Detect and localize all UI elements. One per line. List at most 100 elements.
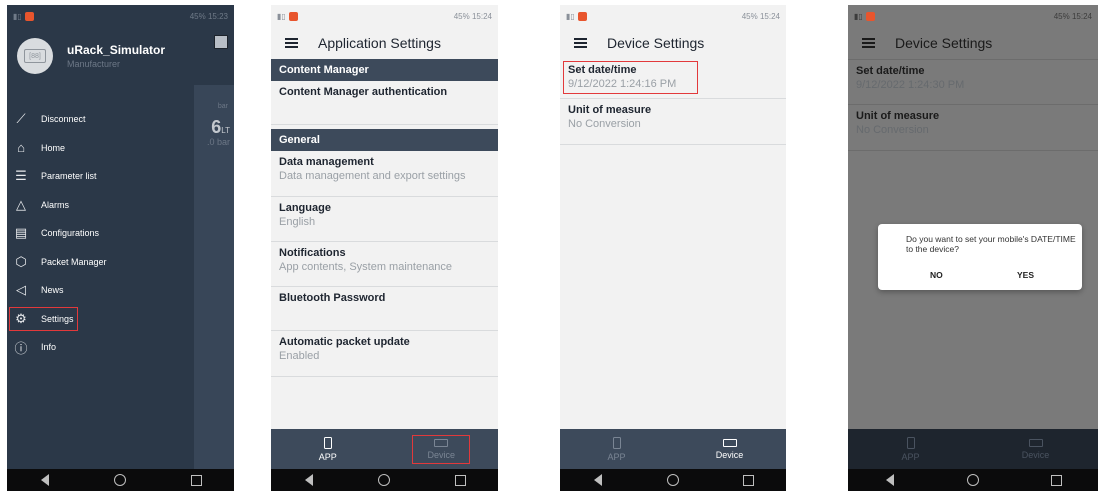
home-nav-icon[interactable] [663,474,683,486]
peek-sub: .0 bar [206,137,230,147]
status-bar: ▮▯ 45% 15:24 [271,5,498,27]
menu-item-news[interactable]: ◁ News [7,276,194,305]
settings-item-content-manager-auth[interactable]: Content Manager authentication [271,81,498,125]
menu-item-info[interactable]: ⓘ Info [7,333,194,362]
user-name: uRack_Simulator [67,43,166,57]
settings-item-subtitle: 9/12/2022 1:24:16 PM [568,78,677,90]
settings-item-notifications[interactable]: Notifications App contents, System maint… [271,242,498,287]
disconnect-icon: ⟋ [16,111,26,127]
menu-item-label: Configurations [41,228,100,239]
back-nav-icon[interactable] [588,474,608,486]
recents-nav-icon[interactable] [738,474,758,486]
settings-item-title: Unit of measure [856,110,940,122]
time-text: 15:24 [471,11,492,21]
menu-item-label: News [41,285,64,296]
tab-label: APP [607,451,626,462]
tab-device[interactable]: Device [705,438,755,460]
tab-label: APP [901,451,920,462]
recents-nav-icon[interactable] [1046,474,1066,486]
menu-item-alarms[interactable]: △ Alarms [7,191,194,220]
menu-item-parameter-list[interactable]: ☰ Parameter list [7,162,194,191]
clipboard-icon: ▤ [14,225,28,241]
status-bar: ▮▯ 45% 15:23 [7,5,234,27]
settings-item-subtitle: English [279,216,316,228]
settings-item-bluetooth-password[interactable]: Bluetooth Password [271,287,498,331]
device-icon [1028,438,1043,447]
menu-item-settings[interactable]: ⚙ Settings [7,305,80,334]
tab-app[interactable]: APP [886,436,936,462]
settings-item-set-date-time[interactable]: Set date/time 9/12/2022 1:24:30 PM [848,59,1098,105]
android-nav-bar [271,469,498,491]
settings-item-title: Content Manager authentication [279,86,448,98]
dialog-yes-button[interactable]: YES [1017,270,1034,280]
settings-item-title: Bluetooth Password [279,292,386,304]
settings-item-subtitle: Enabled [279,350,320,362]
android-nav-bar [560,469,786,491]
tab-label: Device [1021,449,1050,460]
battery-text: 45% [189,11,206,21]
battery-text: 45% [741,11,758,21]
tab-label: Device [715,449,744,460]
settings-item-set-date-time[interactable]: Set date/time 9/12/2022 1:24:16 PM [563,61,698,94]
status-bar: ▮▯ 45% 15:24 [560,5,786,27]
time-text: 15:24 [1071,11,1092,21]
app-notification-icon [288,11,298,21]
hamburger-menu-icon[interactable] [285,38,298,48]
back-nav-icon[interactable] [880,474,900,486]
phone-icon [906,436,915,449]
tab-device[interactable]: Device [1011,438,1061,460]
save-icon[interactable] [214,35,228,49]
drawer-menu: ⟋ Disconnect ⌂ Home ☰ Parameter list △ Alarm… [7,105,194,362]
settings-item-subtitle: No Conversion [856,124,929,136]
settings-item-title: Unit of measure [568,104,652,116]
home-nav-icon[interactable] [110,474,130,486]
back-nav-icon[interactable] [35,474,55,486]
home-nav-icon[interactable] [374,474,394,486]
settings-item-unit-of-measure[interactable]: Unit of measure No Conversion [560,99,786,145]
settings-item-data-management[interactable]: Data management Data management and expo… [271,151,498,197]
hamburger-menu-icon[interactable] [862,38,875,48]
menu-item-label: Parameter list [41,171,97,182]
signal-icon: ▮▯ [13,11,22,21]
menu-item-packet-manager[interactable]: ⬡ Packet Manager [7,248,194,277]
dialog-no-button[interactable]: NO [930,270,943,280]
app-notification-icon [577,11,587,21]
back-nav-icon[interactable] [299,474,319,486]
menu-item-home[interactable]: ⌂ Home [7,134,194,163]
settings-item-unit-of-measure[interactable]: Unit of measure No Conversion [848,105,1098,151]
settings-item-subtitle: 9/12/2022 1:24:30 PM [856,79,965,91]
package-icon: ⬡ [15,253,27,269]
app-notification-icon [24,11,34,21]
settings-item-subtitle: App contents, System maintenance [279,261,453,273]
time-text: 15:23 [207,11,228,21]
recents-nav-icon[interactable] [450,474,470,486]
menu-item-disconnect[interactable]: ⟋ Disconnect [7,105,194,134]
menu-item-label: Settings [41,313,74,324]
list-icon: ☰ [15,168,27,184]
section-header-general: General [271,129,498,151]
peek-value-number: 6 [211,117,222,137]
bottom-tab-bar: APP Device [560,429,786,469]
settings-item-automatic-packet-update[interactable]: Automatic packet update Enabled [271,331,498,377]
home-nav-icon[interactable] [963,474,983,486]
menu-item-label: Packet Manager [41,256,107,267]
phone-icon [612,436,621,449]
menu-item-configurations[interactable]: ▤ Configurations [7,219,194,248]
tab-device[interactable]: Device [412,434,471,464]
home-icon: ⌂ [17,140,25,156]
time-text: 15:24 [759,11,780,21]
menu-item-label: Home [41,142,66,153]
tab-app[interactable]: APP [303,436,353,462]
bottom-tab-bar: APP Device [271,429,498,469]
phone-icon [323,436,332,449]
signal-icon: ▮▯ [277,11,286,21]
drawer-header: [88] uRack_Simulator Manufacturer [7,27,234,85]
settings-item-language[interactable]: Language English [271,197,498,242]
settings-item-title: Set date/time [568,64,637,76]
screen-application-settings: ▮▯ 45% 15:24 Application Settings Conten… [271,5,498,491]
hamburger-menu-icon[interactable] [574,38,587,48]
device-icon: [88] [24,49,46,63]
app-bar: Device Settings [560,27,786,59]
recents-nav-icon[interactable] [186,474,206,486]
tab-app[interactable]: APP [592,436,642,462]
